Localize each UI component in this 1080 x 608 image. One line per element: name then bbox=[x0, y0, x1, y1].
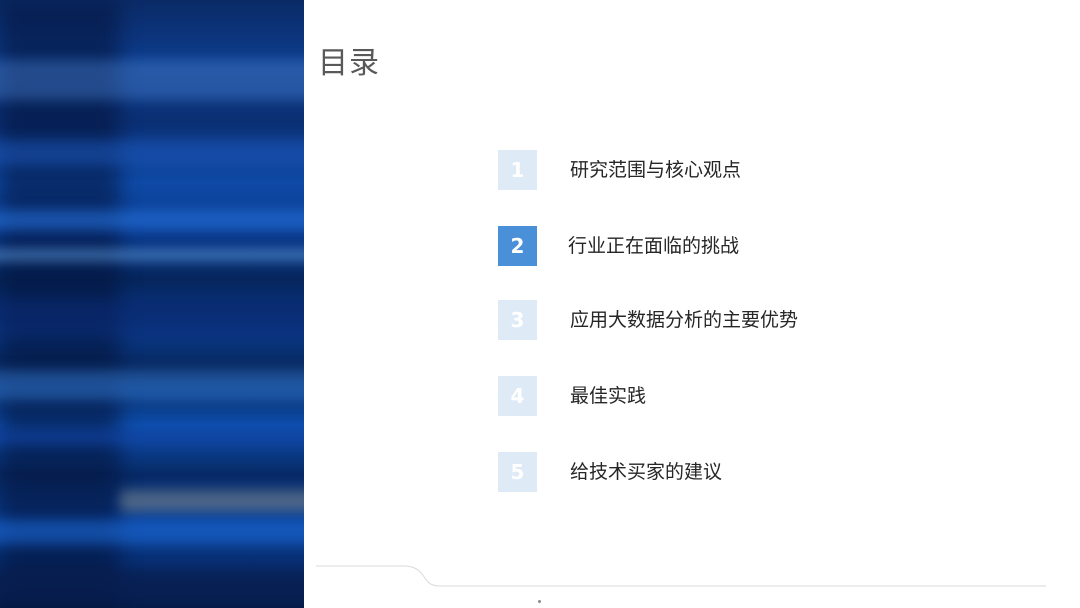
toc-item-label: 应用大数据分析的主要优势 bbox=[570, 309, 799, 331]
toc-item-2[interactable]: 2 行业正在面临的挑战 bbox=[498, 226, 938, 266]
toc-item-label: 行业正在面临的挑战 bbox=[568, 235, 740, 257]
footer-divider bbox=[316, 565, 1046, 587]
toc-item-label: 研究范围与核心观点 bbox=[570, 159, 742, 181]
toc-number-badge: 2 bbox=[498, 226, 537, 266]
toc-item-label: 最佳实践 bbox=[570, 385, 647, 407]
footer-dot bbox=[538, 600, 541, 603]
toc-item-label: 给技术买家的建议 bbox=[570, 461, 723, 483]
toc-item-1[interactable]: 1 研究范围与核心观点 bbox=[498, 150, 938, 190]
toc-item-4[interactable]: 4 最佳实践 bbox=[498, 376, 938, 416]
toc-number-badge: 5 bbox=[498, 452, 537, 492]
slide: 目录 1 研究范围与核心观点 2 行业正在面临的挑战 3 应用大数据分析的主要优… bbox=[0, 0, 1080, 608]
toc-number-badge: 4 bbox=[498, 376, 537, 416]
toc-number-badge: 1 bbox=[498, 150, 537, 190]
toc-item-5[interactable]: 5 给技术买家的建议 bbox=[498, 452, 938, 492]
hero-image bbox=[0, 0, 304, 608]
page-title: 目录 bbox=[318, 46, 380, 81]
toc-item-3[interactable]: 3 应用大数据分析的主要优势 bbox=[498, 300, 938, 340]
toc-number-badge: 3 bbox=[498, 300, 537, 340]
